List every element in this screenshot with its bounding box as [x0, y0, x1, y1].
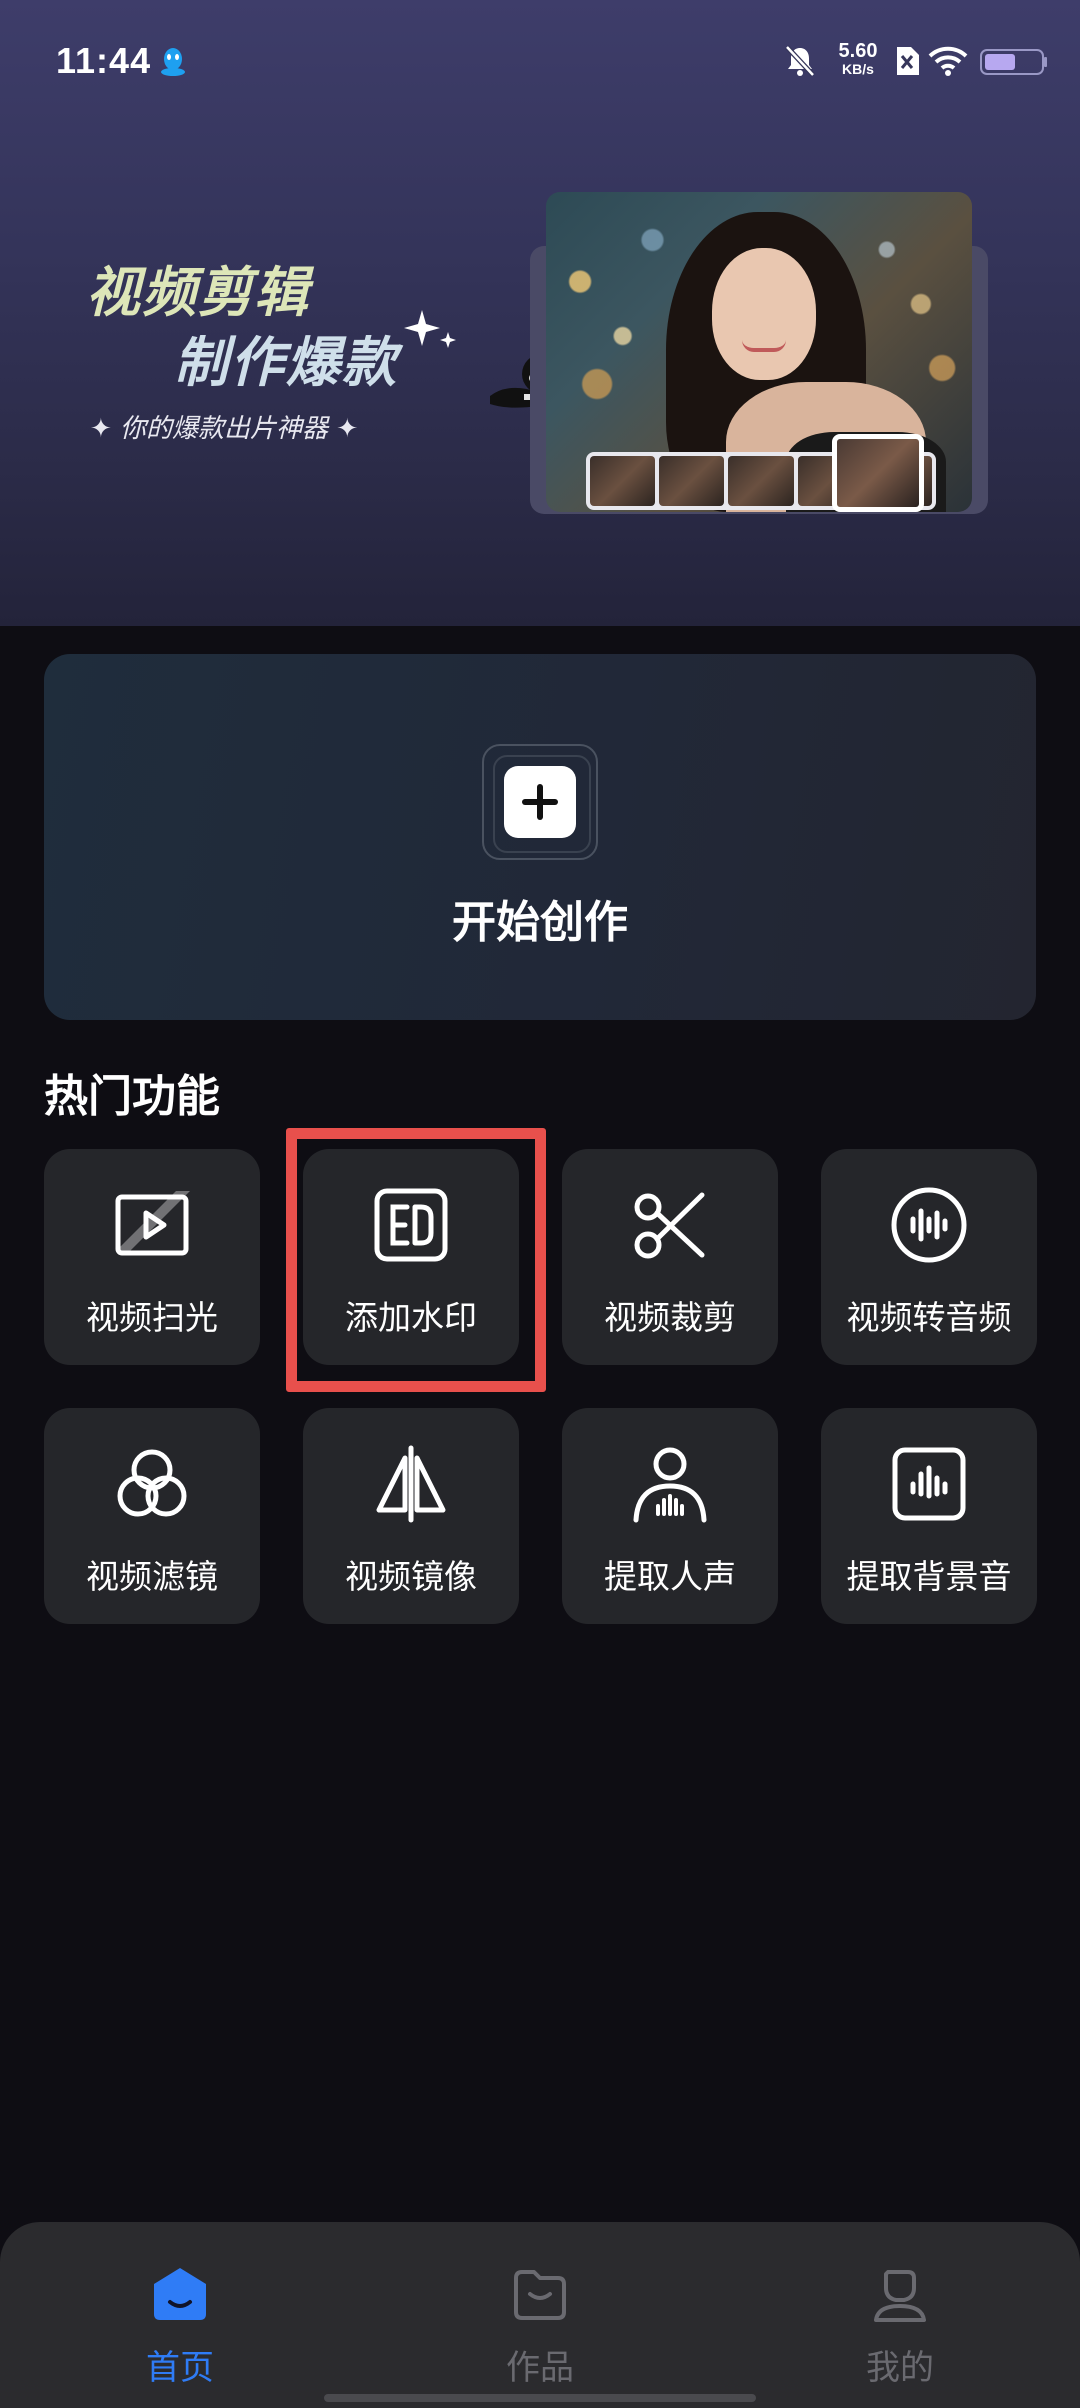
banner-title-line2: 制作爆款: [174, 331, 398, 394]
sparkle-icon: [404, 310, 456, 348]
bottom-nav: 首页 作品 我的: [0, 2222, 1080, 2408]
filter-circles-icon: [117, 1449, 187, 1517]
highlight-box: [286, 1128, 546, 1392]
banner-subtitle: ✦ 你的爆款出片神器 ✦: [90, 414, 359, 444]
nav-label: 我的: [866, 2348, 934, 2388]
audio-box-icon: [892, 1447, 966, 1521]
feature-video-mirror[interactable]: 视频镜像: [303, 1408, 519, 1624]
nav-home[interactable]: 首页: [80, 2264, 280, 2388]
feature-label: 视频转音频: [846, 1298, 1012, 1337]
profile-icon: [874, 2270, 926, 2322]
hero-banner: 11:44 5.60 KB/s 视频剪辑 制作爆款 ✦ 你的爆款出片神器 ✦: [0, 0, 1080, 626]
plus-icon[interactable]: [504, 766, 576, 838]
filmstrip-selected-frame: [832, 434, 924, 512]
wifi-icon: [928, 46, 968, 76]
feature-video-to-audio[interactable]: 视频转音频: [821, 1149, 1037, 1365]
audio-wave-circle-icon: [891, 1187, 967, 1263]
feature-extract-background-audio[interactable]: 提取背景音: [821, 1408, 1037, 1624]
banner-title-line1: 视频剪辑: [86, 261, 310, 324]
feature-video-crop[interactable]: 视频裁剪: [562, 1149, 778, 1365]
nav-profile[interactable]: 我的: [800, 2264, 1000, 2388]
video-scan-icon: [115, 1191, 190, 1256]
feature-label: 视频镜像: [345, 1557, 477, 1596]
start-creating-card[interactable]: 开始创作: [44, 654, 1036, 1020]
hot-features-title: 热门功能: [44, 1071, 220, 1122]
feature-label: 提取人声: [604, 1557, 736, 1596]
status-bar: 11:44 5.60 KB/s: [0, 0, 1080, 130]
feature-label: 视频扫光: [86, 1298, 218, 1337]
qq-notification-icon: [161, 48, 185, 76]
battery-icon: [980, 49, 1047, 75]
feature-label: 提取背景音: [846, 1557, 1012, 1596]
status-time: 11:44: [56, 40, 152, 81]
feature-video-filter[interactable]: 视频滤镜: [44, 1408, 260, 1624]
feature-video-scan[interactable]: 视频扫光: [44, 1149, 260, 1365]
start-creating-label: 开始创作: [452, 897, 628, 948]
home-indicator[interactable]: [324, 2394, 756, 2402]
nav-label: 作品: [506, 2348, 574, 2388]
nav-label: 首页: [146, 2348, 214, 2388]
feature-label: 视频裁剪: [604, 1298, 736, 1337]
home-icon: [154, 2268, 206, 2320]
feature-label: 视频滤镜: [86, 1557, 218, 1596]
net-speed: 5.60 KB/s: [838, 40, 878, 77]
mirror-icon: [376, 1445, 446, 1523]
bell-off-icon: [785, 45, 815, 77]
no-sim-icon: [897, 47, 919, 75]
voice-person-icon: [633, 1447, 707, 1523]
nav-works[interactable]: 作品: [440, 2264, 640, 2388]
folder-icon: [514, 2270, 566, 2320]
feature-extract-voice[interactable]: 提取人声: [562, 1408, 778, 1624]
plus-button-frame: [482, 744, 598, 860]
scissors-icon: [634, 1192, 705, 1259]
